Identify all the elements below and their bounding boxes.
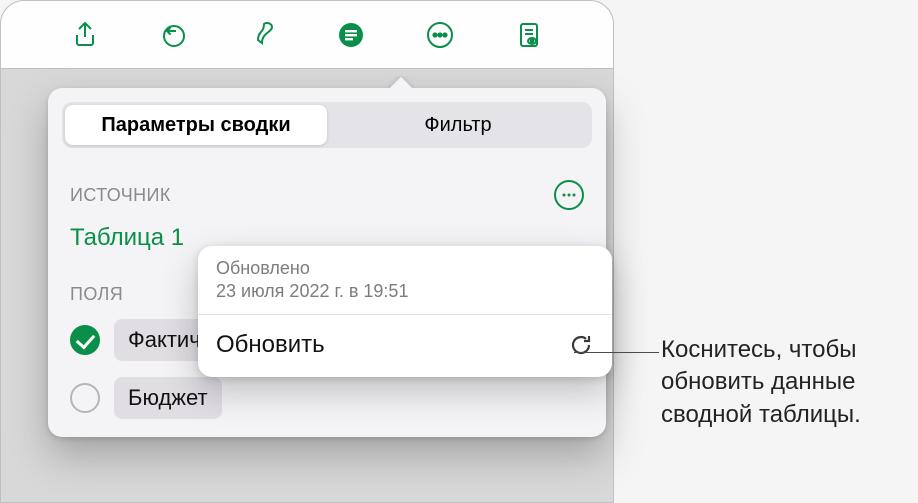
tab-summary[interactable]: Параметры сводки <box>65 105 327 145</box>
refresh-panel: Обновлено 23 июля 2022 г. в 19:51 Обнови… <box>198 246 612 377</box>
refresh-icon <box>568 332 594 358</box>
pivot-icon[interactable] <box>332 16 370 54</box>
field-row[interactable]: Бюджет <box>48 369 606 427</box>
refresh-updated-label: Обновлено <box>216 258 594 279</box>
refresh-updated-info: Обновлено 23 июля 2022 г. в 19:51 <box>198 246 612 315</box>
doc-view-icon[interactable] <box>510 16 548 54</box>
undo-icon[interactable] <box>155 16 193 54</box>
source-label: ИСТОЧНИК <box>70 185 171 206</box>
callout-leader-line <box>574 352 659 353</box>
popover-arrow <box>388 76 414 89</box>
pivot-options-popover: Параметры сводки Фильтр ИСТОЧНИК Таблица… <box>48 88 606 437</box>
refresh-button-label: Обновить <box>216 331 325 359</box>
source-more-button[interactable] <box>554 180 584 210</box>
source-section-header: ИСТОЧНИК <box>48 158 606 216</box>
checkbox-off-icon[interactable] <box>70 383 100 413</box>
tab-filter[interactable]: Фильтр <box>327 105 589 145</box>
more-icon[interactable] <box>421 16 459 54</box>
toolbar <box>1 1 613 69</box>
format-brush-icon[interactable] <box>244 16 282 54</box>
callout-text: Коснитесь, чтобы обновить данные сводной… <box>661 334 911 431</box>
tab-group: Параметры сводки Фильтр <box>62 102 592 148</box>
share-icon[interactable] <box>66 16 104 54</box>
refresh-button[interactable]: Обновить <box>198 315 612 377</box>
refresh-updated-time: 23 июля 2022 г. в 19:51 <box>216 281 594 302</box>
field-chip[interactable]: Бюджет <box>114 377 222 419</box>
checkbox-on-icon[interactable] <box>70 325 100 355</box>
